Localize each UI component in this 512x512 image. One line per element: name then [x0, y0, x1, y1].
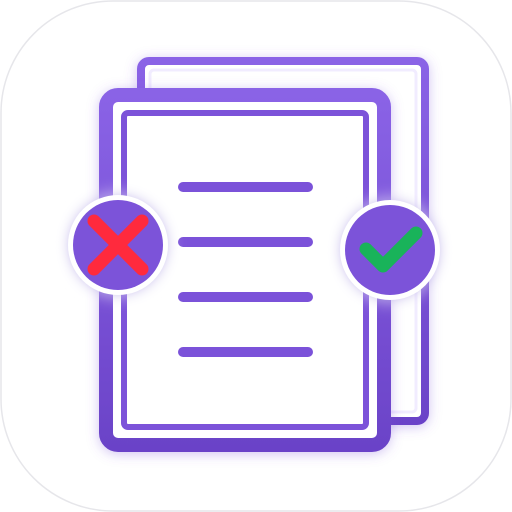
app-icon-tile	[0, 0, 512, 512]
document-review-icon	[0, 0, 512, 512]
app-icon-canvas	[0, 0, 512, 512]
